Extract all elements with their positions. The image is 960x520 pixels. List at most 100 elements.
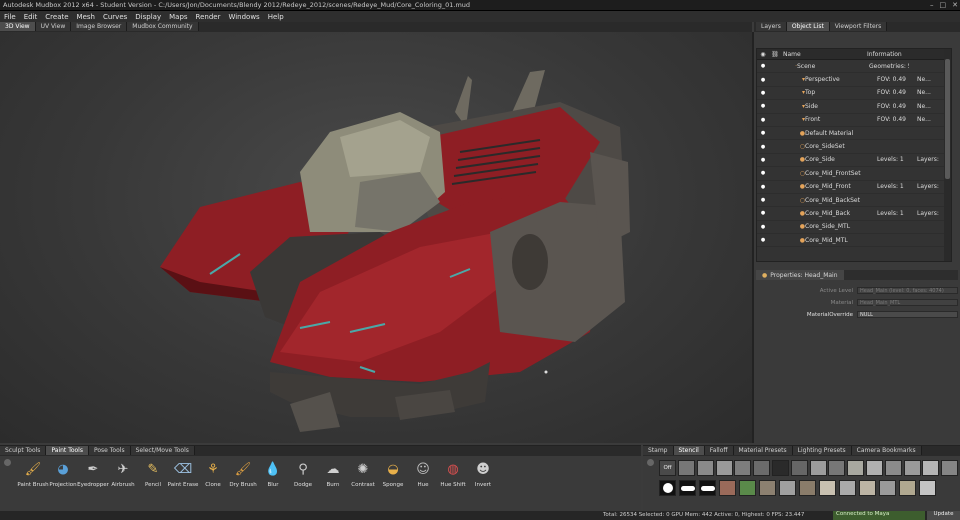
stencil-tile[interactable]: [919, 480, 936, 496]
stencil-tile[interactable]: [828, 460, 846, 476]
material-override-dropdown[interactable]: NULL: [857, 311, 958, 318]
update-button[interactable]: Update: [927, 511, 960, 520]
object-list-row[interactable]: ● ▾ Top FOV: 0.49 Ne...: [757, 87, 951, 101]
object-list-row[interactable]: ●●Core_Mid_BackLevels: 1Layers: 0: [757, 207, 951, 221]
column-name[interactable]: Name: [781, 51, 867, 58]
menu-create[interactable]: Create: [41, 13, 72, 21]
stencil-tile[interactable]: [922, 460, 940, 476]
stencil-tile[interactable]: [678, 460, 695, 476]
tab-lighting-presets[interactable]: Lighting Presets: [792, 446, 852, 455]
stencil-tile[interactable]: [734, 460, 752, 476]
stencil-tile[interactable]: [772, 460, 789, 476]
column-information[interactable]: Information: [867, 51, 937, 58]
menu-mesh[interactable]: Mesh: [73, 13, 99, 21]
stencil-tile[interactable]: [699, 480, 716, 496]
tab-falloff[interactable]: Falloff: [704, 446, 734, 455]
object-list-row[interactable]: ● ○ Core_Mid_FrontSet: [757, 167, 951, 181]
tab-object-list[interactable]: Object List: [786, 22, 830, 31]
tab-mudbox-community[interactable]: Mudbox Community: [127, 22, 199, 31]
tab-layers[interactable]: Layers: [756, 22, 787, 31]
stencil-tile[interactable]: [866, 460, 883, 476]
tool-contrast[interactable]: ✺ Contrast: [348, 460, 378, 489]
tab-stamp[interactable]: Stamp: [643, 446, 674, 455]
tab-stencil[interactable]: Stencil: [673, 446, 705, 455]
object-list-row[interactable]: ● ○ Core_SideSet: [757, 140, 951, 154]
visibility-toggle-icon[interactable]: ●: [757, 197, 769, 203]
tab-properties[interactable]: ● Properties: Head_Main: [756, 270, 844, 280]
tool-blur[interactable]: 💧 Blur: [258, 460, 288, 489]
visibility-toggle-icon[interactable]: ●: [757, 90, 769, 96]
visibility-toggle-icon[interactable]: ●: [757, 237, 769, 243]
tray-options-icon[interactable]: [4, 459, 11, 466]
tab-image-browser[interactable]: Image Browser: [71, 22, 128, 31]
stencil-tile[interactable]: [884, 460, 902, 476]
object-list-row[interactable]: ● ○ Core_Mid_BackSet: [757, 194, 951, 208]
visibility-toggle-icon[interactable]: ●: [757, 117, 769, 123]
tool-dry-brush[interactable]: 🖌 Dry Brush: [228, 460, 258, 489]
tool-eyedropper[interactable]: ✒ Eyedropper: [77, 460, 109, 489]
tool-projection[interactable]: ◕ Projection: [48, 460, 78, 489]
visibility-toggle-icon[interactable]: ●: [757, 157, 769, 163]
visibility-toggle-icon[interactable]: ●: [757, 170, 769, 176]
tool-burn[interactable]: ☁ Burn: [318, 460, 348, 489]
tab-viewport-filters[interactable]: Viewport Filters: [829, 22, 888, 31]
visibility-toggle-icon[interactable]: ●: [757, 184, 769, 190]
tool-paint-brush[interactable]: 🖌 Paint Brush: [17, 460, 48, 489]
stencil-tile[interactable]: [839, 480, 856, 496]
tab-camera-bookmarks[interactable]: Camera Bookmarks: [851, 446, 922, 455]
tab-pose-tools[interactable]: Pose Tools: [88, 446, 131, 455]
object-list-scrollbar[interactable]: [944, 49, 951, 261]
object-list-row[interactable]: ● ● Default Material: [757, 127, 951, 141]
tab-3d-view[interactable]: 3D View: [0, 22, 36, 31]
minimize-button[interactable]: –: [930, 1, 934, 9]
visibility-toggle-icon[interactable]: ●: [757, 144, 769, 150]
visibility-toggle-icon[interactable]: ●: [757, 77, 769, 83]
tool-hue-shift[interactable]: ◍ Hue Shift: [438, 460, 468, 489]
object-list-row[interactable]: ● ▾ Perspective FOV: 0.49 Ne...: [757, 73, 951, 87]
object-list-row[interactable]: ● ▾ Side FOV: 0.49 Ne...: [757, 100, 951, 114]
menu-windows[interactable]: Windows: [224, 13, 263, 21]
tool-dodge[interactable]: ⚲ Dodge: [288, 460, 318, 489]
menu-render[interactable]: Render: [192, 13, 225, 21]
stencil-off-button[interactable]: Off: [659, 460, 676, 476]
stencil-tile[interactable]: [859, 480, 876, 496]
stencil-tile[interactable]: [715, 460, 733, 476]
tab-select-move-tools[interactable]: Select/Move Tools: [130, 446, 195, 455]
visibility-toggle-icon[interactable]: ●: [757, 63, 769, 69]
tab-uv-view[interactable]: UV View: [35, 22, 72, 31]
stencil-tile[interactable]: [809, 460, 827, 476]
menu-help[interactable]: Help: [264, 13, 288, 21]
object-list-row[interactable]: ● ● Core_Mid_MTL: [757, 234, 951, 248]
tool-pencil[interactable]: ✎ Pencil: [138, 460, 168, 489]
tool-invert[interactable]: ☻ Invert: [468, 460, 498, 489]
stencil-tile[interactable]: [679, 480, 696, 496]
visibility-toggle-icon[interactable]: ●: [757, 224, 769, 230]
menu-curves[interactable]: Curves: [99, 13, 131, 21]
stencil-tile[interactable]: [819, 480, 836, 496]
stencil-tile[interactable]: [903, 460, 921, 476]
stamp-options-icon[interactable]: [647, 459, 654, 466]
close-button[interactable]: ✕: [952, 1, 958, 9]
stencil-tile[interactable]: [753, 460, 771, 476]
stencil-tile[interactable]: [799, 480, 816, 496]
stencil-tile[interactable]: [759, 480, 776, 496]
object-list-row[interactable]: ● ▾ Front FOV: 0.49 Ne...: [757, 114, 951, 127]
tool-hue[interactable]: ☺ Hue: [408, 460, 438, 489]
3d-viewport[interactable]: [0, 32, 754, 443]
menu-edit[interactable]: Edit: [20, 13, 42, 21]
object-list-row[interactable]: ● ● Core_Side_MTL: [757, 221, 951, 235]
tool-sponge[interactable]: ◒ Sponge: [378, 460, 408, 489]
visibility-toggle-icon[interactable]: ●: [757, 103, 769, 109]
stencil-tile[interactable]: [941, 460, 959, 476]
stencil-tile[interactable]: [659, 480, 676, 496]
stencil-tile[interactable]: [696, 460, 714, 476]
tab-material-presets[interactable]: Material Presets: [733, 446, 793, 455]
visibility-toggle-icon[interactable]: ●: [757, 210, 769, 216]
tool-clone[interactable]: ⚘ Clone: [198, 460, 228, 489]
stencil-tile[interactable]: [790, 460, 808, 476]
stencil-tile[interactable]: [879, 480, 896, 496]
tool-paint-erase[interactable]: ⌫ Paint Erase: [168, 460, 199, 489]
stencil-tile[interactable]: [719, 480, 736, 496]
menu-display[interactable]: Display: [131, 13, 165, 21]
maximize-button[interactable]: □: [940, 1, 947, 9]
